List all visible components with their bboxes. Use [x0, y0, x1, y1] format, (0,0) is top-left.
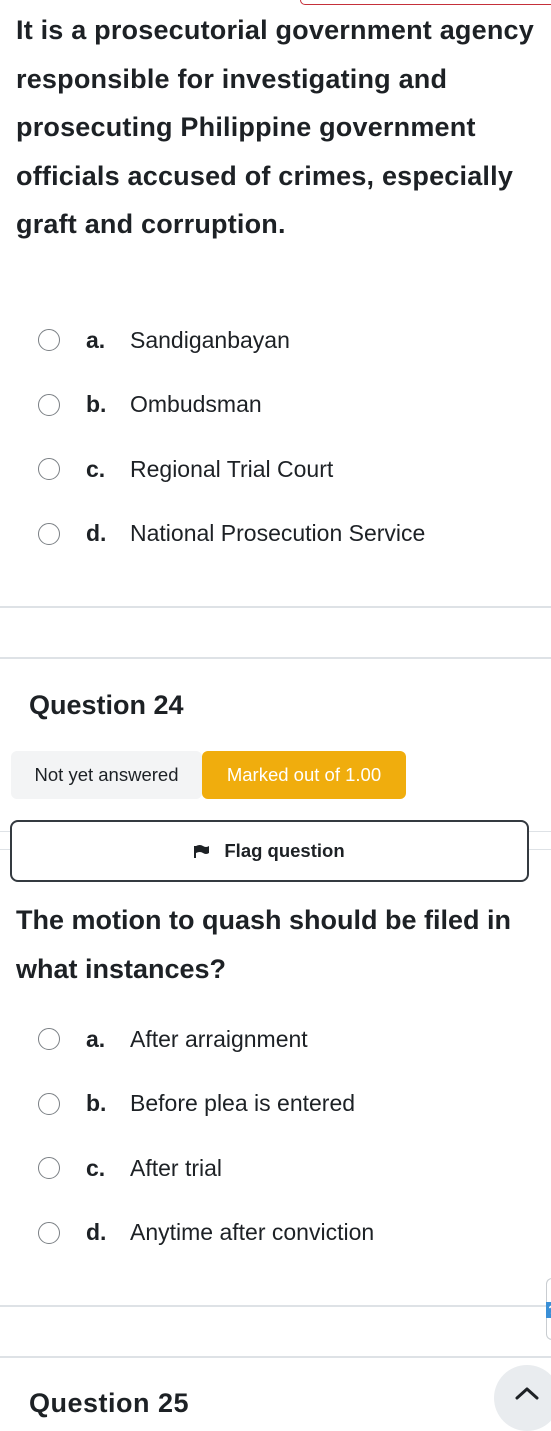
answer-label: Ombudsman	[130, 391, 262, 418]
answer-option-c[interactable]: c. After trial	[38, 1136, 374, 1201]
answer-letter: c.	[86, 1154, 106, 1181]
status-badge: Not yet answered	[11, 751, 202, 799]
marks-badge: Marked out of 1.00	[202, 751, 406, 799]
answer-letter: a.	[86, 1025, 106, 1052]
answer-label: National Prosecution Service	[130, 520, 426, 547]
answer-option-a[interactable]: a. After arraignment	[38, 1007, 374, 1072]
answer-option-b[interactable]: b. Ombudsman	[38, 373, 425, 438]
radio-button[interactable]	[38, 522, 60, 545]
answer-letter: b.	[86, 1090, 107, 1117]
previous-answer-list: a. Sandiganbayan b. Ombudsman c. Regiona…	[38, 308, 425, 566]
answer-letter: b.	[86, 391, 107, 418]
radio-button[interactable]	[38, 1092, 60, 1115]
answer-label: Regional Trial Court	[130, 455, 334, 482]
answer-letter: c.	[86, 455, 106, 482]
answer-option-c[interactable]: c. Regional Trial Court	[38, 437, 425, 502]
answer-list: a. After arraignment b. Before plea is e…	[38, 1007, 374, 1265]
divider	[0, 1305, 551, 1307]
radio-button[interactable]	[38, 329, 60, 352]
answer-label: Anytime after conviction	[130, 1219, 375, 1246]
answer-option-d[interactable]: d. Anytime after conviction	[38, 1201, 374, 1266]
previous-question-text: It is a prosecutorial government agency …	[16, 15, 534, 239]
answer-label: Before plea is entered	[130, 1090, 356, 1117]
answer-option-a[interactable]: a. Sandiganbayan	[38, 308, 425, 373]
answer-option-d[interactable]: d. National Prosecution Service	[38, 502, 425, 567]
answer-letter: a.	[86, 326, 106, 353]
side-drawer-tab[interactable]: ?	[546, 1278, 551, 1340]
divider	[0, 1356, 551, 1358]
radio-button[interactable]	[38, 1221, 60, 1244]
radio-button[interactable]	[38, 458, 60, 481]
answer-label: After arraignment	[130, 1025, 308, 1052]
help-icon: ?	[546, 1302, 551, 1318]
radio-button[interactable]	[38, 1028, 60, 1051]
question-number: Question 24	[29, 690, 184, 720]
divider	[0, 657, 551, 659]
radio-button[interactable]	[38, 393, 60, 416]
next-question-number: Question 25	[29, 1388, 190, 1418]
divider	[0, 606, 551, 608]
answer-letter: d.	[86, 1219, 107, 1246]
flag-question-button[interactable]: Flag question	[10, 820, 529, 882]
flag-icon	[194, 844, 210, 858]
answer-letter: d.	[86, 520, 107, 547]
answer-label: After trial	[130, 1154, 223, 1181]
answer-label: Sandiganbayan	[130, 326, 290, 353]
chevron-up-icon	[515, 1387, 539, 1400]
flag-question-label: Flag question	[224, 840, 345, 861]
back-to-top-button[interactable]	[494, 1365, 551, 1431]
question-text: The motion to quash should be filed in w…	[16, 905, 511, 984]
answer-option-b[interactable]: b. Before plea is entered	[38, 1072, 374, 1137]
top-accent-border	[300, 0, 551, 5]
radio-button[interactable]	[38, 1157, 60, 1180]
